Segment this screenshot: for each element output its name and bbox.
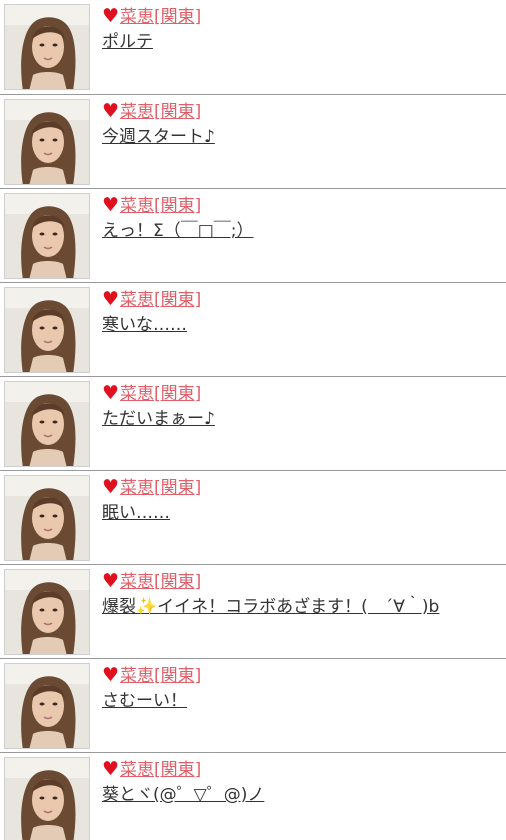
feed-entry[interactable]: ♥菜恵[関東] 今週スタート♪ — [0, 94, 506, 188]
author-link[interactable]: ♥菜恵[関東] — [102, 570, 201, 593]
author-name[interactable]: 菜恵[関東] — [120, 102, 201, 122]
heart-icon: ♥ — [102, 476, 120, 498]
avatar[interactable] — [4, 193, 90, 279]
post-message-link[interactable]: 寒いな…… — [102, 313, 187, 337]
post-message-link[interactable]: さむーい！ — [102, 689, 187, 713]
author-name[interactable]: 菜恵[関東] — [120, 760, 201, 780]
post-message-link[interactable]: ただいまぁー♪ — [102, 407, 215, 431]
author-name[interactable]: 菜恵[関東] — [120, 196, 201, 216]
author-name[interactable]: 菜恵[関東] — [120, 572, 201, 592]
avatar[interactable] — [4, 381, 90, 467]
post-message-link[interactable]: ポルテ — [102, 30, 153, 54]
author-name[interactable]: 菜恵[関東] — [120, 7, 201, 27]
feed-entry[interactable]: ♥菜恵[関東] さむーい！ — [0, 658, 506, 752]
author-link[interactable]: ♥菜恵[関東] — [102, 758, 201, 781]
author-name[interactable]: 菜恵[関東] — [120, 290, 201, 310]
feed-entry[interactable]: ♥菜恵[関東] 寒いな…… — [0, 282, 506, 376]
author-link[interactable]: ♥菜恵[関東] — [102, 288, 201, 311]
feed-entry[interactable]: ♥菜恵[関東] ポルテ — [0, 0, 506, 94]
heart-icon: ♥ — [102, 382, 120, 404]
author-link[interactable]: ♥菜恵[関東] — [102, 194, 201, 217]
avatar[interactable] — [4, 475, 90, 561]
avatar[interactable] — [4, 663, 90, 749]
author-link[interactable]: ♥菜恵[関東] — [102, 476, 201, 499]
author-link[interactable]: ♥菜恵[関東] — [102, 664, 201, 687]
feed-entry[interactable]: ♥菜恵[関東] 眠い…… — [0, 470, 506, 564]
author-name[interactable]: 菜恵[関東] — [120, 666, 201, 686]
avatar[interactable] — [4, 99, 90, 185]
avatar[interactable] — [4, 757, 90, 840]
heart-icon: ♥ — [102, 194, 120, 216]
author-link[interactable]: ♥菜恵[関東] — [102, 5, 201, 28]
heart-icon: ♥ — [102, 5, 120, 27]
feed-entry[interactable]: ♥菜恵[関東] 葵とヾ(@゜▽゜@)ノ — [0, 752, 506, 840]
post-message-link[interactable]: 爆裂✨イイネ！コラボあざます！( ´∀｀)b — [102, 595, 439, 619]
author-name[interactable]: 菜恵[関東] — [120, 384, 201, 404]
feed-entry[interactable]: ♥菜恵[関東] 爆裂✨イイネ！コラボあざます！( ´∀｀)b — [0, 564, 506, 658]
author-link[interactable]: ♥菜恵[関東] — [102, 382, 201, 405]
heart-icon: ♥ — [102, 570, 120, 592]
author-name[interactable]: 菜恵[関東] — [120, 478, 201, 498]
post-message-link[interactable]: 今週スタート♪ — [102, 125, 215, 149]
feed-entry[interactable]: ♥菜恵[関東] ただいまぁー♪ — [0, 376, 506, 470]
heart-icon: ♥ — [102, 288, 120, 310]
avatar[interactable] — [4, 287, 90, 373]
post-feed: ♥菜恵[関東] ポルテ ♥菜恵[関東] 今週スタート♪ ♥菜恵[関東] えっ！Σ… — [0, 0, 506, 840]
post-message-link[interactable]: えっ！Σ（￣□￣;） — [102, 219, 254, 243]
feed-entry[interactable]: ♥菜恵[関東] えっ！Σ（￣□￣;） — [0, 188, 506, 282]
post-message-link[interactable]: 葵とヾ(@゜▽゜@)ノ — [102, 783, 264, 807]
heart-icon: ♥ — [102, 664, 120, 686]
heart-icon: ♥ — [102, 100, 120, 122]
avatar[interactable] — [4, 569, 90, 655]
author-link[interactable]: ♥菜恵[関東] — [102, 100, 201, 123]
avatar[interactable] — [4, 4, 90, 90]
heart-icon: ♥ — [102, 758, 120, 780]
post-message-link[interactable]: 眠い…… — [102, 501, 170, 525]
